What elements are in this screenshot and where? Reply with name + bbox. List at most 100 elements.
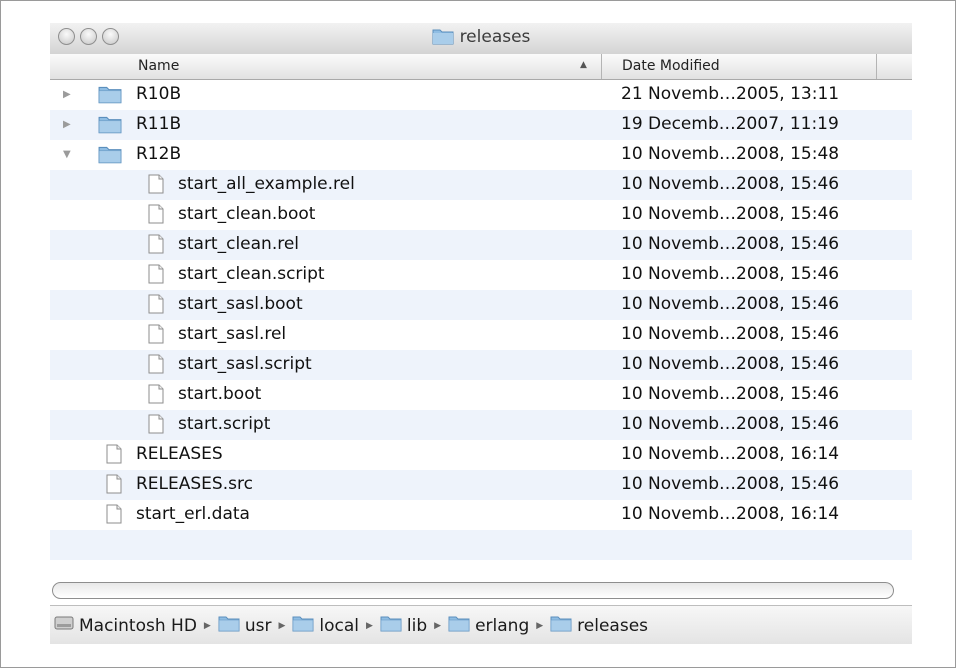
disclosure-triangle-closed-icon[interactable]: ▶ bbox=[63, 89, 71, 100]
file-name: start_clean.script bbox=[178, 264, 325, 284]
folder-icon bbox=[98, 114, 122, 139]
date-modified: 10 Novemb…2008, 15:46 bbox=[621, 264, 840, 284]
date-modified: 10 Novemb…2008, 15:46 bbox=[621, 414, 840, 434]
document-icon bbox=[148, 264, 164, 289]
file-name: start_clean.rel bbox=[178, 234, 300, 254]
path-item[interactable]: usr bbox=[218, 614, 272, 637]
sort-ascending-icon: ▲ bbox=[580, 60, 587, 70]
file-row[interactable]: start.boot 10 Novemb…2008, 15:46 bbox=[50, 380, 912, 410]
file-name: RELEASES bbox=[136, 444, 223, 464]
file-name: R10B bbox=[136, 84, 182, 104]
folder-icon bbox=[448, 614, 470, 637]
file-row[interactable]: start.script 10 Novemb…2008, 15:46 bbox=[50, 410, 912, 440]
column-header: Name ▲ Date Modified bbox=[50, 54, 912, 80]
window-title-text: releases bbox=[459, 27, 531, 47]
file-name: start_erl.data bbox=[136, 504, 250, 524]
path-item[interactable]: releases bbox=[550, 614, 648, 637]
path-item[interactable]: lib bbox=[380, 614, 427, 637]
file-name: R12B bbox=[136, 144, 182, 164]
document-icon bbox=[148, 174, 164, 199]
path-item[interactable]: erlang bbox=[448, 614, 529, 637]
path-item[interactable]: local bbox=[292, 614, 359, 637]
file-row[interactable]: RELEASES.src 10 Novemb…2008, 15:46 bbox=[50, 470, 912, 500]
document-icon bbox=[148, 354, 164, 379]
date-column-header[interactable]: Date Modified bbox=[622, 58, 720, 74]
column-divider[interactable] bbox=[601, 54, 602, 79]
date-modified: 10 Novemb…2008, 15:48 bbox=[621, 144, 840, 164]
disclosure-triangle-closed-icon[interactable]: ▶ bbox=[63, 119, 71, 130]
file-row[interactable]: start_sasl.rel 10 Novemb…2008, 15:46 bbox=[50, 320, 912, 350]
file-row[interactable]: start_clean.boot 10 Novemb…2008, 15:46 bbox=[50, 200, 912, 230]
document-icon bbox=[148, 234, 164, 259]
document-icon bbox=[148, 414, 164, 439]
path-item-label: Macintosh HD bbox=[79, 615, 197, 636]
date-modified: 10 Novemb…2008, 15:46 bbox=[621, 324, 840, 344]
breadcrumb: Macintosh HD ▶ usr ▶ local ▶ lib ▶ erlang ▶ releas… bbox=[54, 614, 648, 637]
date-modified: 21 Novemb…2005, 13:11 bbox=[621, 84, 840, 104]
folder-icon bbox=[98, 144, 122, 169]
path-item-label: lib bbox=[406, 615, 428, 636]
path-separator-icon: ▶ bbox=[278, 620, 286, 631]
file-row[interactable]: ▶ R11B 19 Decemb…2007, 11:19 bbox=[50, 110, 912, 140]
date-modified: 10 Novemb…2008, 15:46 bbox=[621, 204, 840, 224]
document-icon bbox=[106, 474, 122, 499]
empty-row bbox=[50, 530, 912, 560]
file-row[interactable]: start_all_example.rel 10 Novemb…2008, 15:… bbox=[50, 170, 912, 200]
document-icon bbox=[148, 294, 164, 319]
file-list: ▶ R10B 21 Novemb…2005, 13:11 ▶ R11B 19 Decemb… bbox=[50, 80, 912, 590]
file-name: start_sasl.script bbox=[178, 354, 312, 374]
date-modified: 19 Decemb…2007, 11:19 bbox=[621, 114, 839, 134]
disclosure-triangle-open-icon[interactable]: ▼ bbox=[63, 149, 71, 160]
document-icon bbox=[106, 504, 122, 529]
file-row[interactable]: start_erl.data 10 Novemb…2008, 16:14 bbox=[50, 500, 912, 530]
path-separator-icon: ▶ bbox=[203, 620, 211, 631]
date-modified: 10 Novemb…2008, 16:14 bbox=[621, 444, 840, 464]
file-name: RELEASES.src bbox=[136, 474, 253, 494]
name-column-header[interactable]: Name bbox=[138, 58, 179, 74]
folder-icon bbox=[432, 27, 454, 50]
path-item-label: erlang bbox=[475, 615, 530, 636]
path-item-label: local bbox=[319, 615, 359, 636]
file-row[interactable]: start_clean.rel 10 Novemb…2008, 15:46 bbox=[50, 230, 912, 260]
date-modified: 10 Novemb…2008, 15:46 bbox=[621, 294, 840, 314]
file-name: start_clean.boot bbox=[178, 204, 316, 224]
document-icon bbox=[148, 204, 164, 229]
folder-icon bbox=[380, 614, 402, 637]
file-row[interactable]: ▼ R12B 10 Novemb…2008, 15:48 bbox=[50, 140, 912, 170]
file-name: start.boot bbox=[178, 384, 262, 404]
file-row[interactable]: ▶ R10B 21 Novemb…2005, 13:11 bbox=[50, 80, 912, 110]
date-modified: 10 Novemb…2008, 15:46 bbox=[621, 354, 840, 374]
title-bar[interactable]: releases bbox=[50, 23, 912, 55]
file-name: start.script bbox=[178, 414, 271, 434]
path-separator-icon: ▶ bbox=[536, 620, 544, 631]
date-modified: 10 Novemb…2008, 16:14 bbox=[621, 504, 840, 524]
finder-window: releases Name ▲ Date Modified ▶ R10B 21 No… bbox=[50, 23, 912, 663]
file-row[interactable]: start_sasl.script 10 Novemb…2008, 15:46 bbox=[50, 350, 912, 380]
date-modified: 10 Novemb…2008, 15:46 bbox=[621, 474, 840, 494]
date-modified: 10 Novemb…2008, 15:46 bbox=[621, 174, 840, 194]
window-title: releases bbox=[50, 27, 912, 50]
file-name: R11B bbox=[136, 114, 182, 134]
file-row[interactable]: RELEASES 10 Novemb…2008, 16:14 bbox=[50, 440, 912, 470]
document-icon bbox=[148, 324, 164, 349]
folder-icon bbox=[292, 614, 314, 637]
file-name: start_sasl.rel bbox=[178, 324, 287, 344]
path-item-label: usr bbox=[244, 615, 272, 636]
path-item[interactable]: Macintosh HD bbox=[54, 614, 197, 637]
file-name: start_sasl.boot bbox=[178, 294, 303, 314]
horizontal-scrollbar[interactable] bbox=[52, 582, 894, 599]
date-modified: 10 Novemb…2008, 15:46 bbox=[621, 384, 840, 404]
folder-icon bbox=[550, 614, 572, 637]
path-bar: Macintosh HD ▶ usr ▶ local ▶ lib ▶ erlang ▶ releas… bbox=[50, 605, 912, 644]
column-divider[interactable] bbox=[876, 54, 877, 79]
document-icon bbox=[106, 444, 122, 469]
file-row[interactable]: start_clean.script 10 Novemb…2008, 15:46 bbox=[50, 260, 912, 290]
file-name: start_all_example.rel bbox=[178, 174, 355, 194]
path-item-label: releases bbox=[577, 615, 649, 636]
folder-icon bbox=[218, 614, 240, 637]
file-row[interactable]: start_sasl.boot 10 Novemb…2008, 15:46 bbox=[50, 290, 912, 320]
date-modified: 10 Novemb…2008, 15:46 bbox=[621, 234, 840, 254]
folder-icon bbox=[98, 84, 122, 109]
document-icon bbox=[148, 384, 164, 409]
path-separator-icon: ▶ bbox=[434, 620, 442, 631]
